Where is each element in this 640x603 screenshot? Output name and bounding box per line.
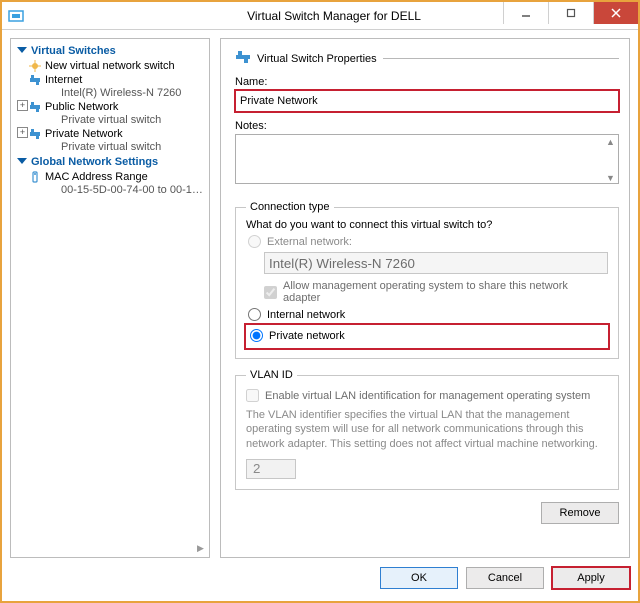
mac-icon (29, 171, 41, 183)
scroll-up-icon[interactable]: ▲ (604, 136, 617, 149)
tree-internet-label: Internet (45, 74, 82, 86)
notes-wrap: ▲ ▼ (235, 134, 619, 191)
switch-icon (235, 49, 251, 68)
notes-textarea[interactable] (235, 134, 619, 184)
vlan-group: VLAN ID Enable virtual LAN identificatio… (235, 369, 619, 490)
vlan-description: The VLAN identifier specifies the virtua… (246, 408, 608, 451)
maximize-button[interactable] (548, 2, 593, 24)
switch-icon (29, 128, 41, 140)
tree-internet[interactable]: Internet (11, 73, 209, 87)
name-input[interactable] (235, 90, 619, 112)
vlan-legend: VLAN ID (246, 369, 297, 381)
vlan-enable-label: Enable virtual LAN identification for ma… (265, 390, 590, 402)
tree-mac-label: MAC Address Range (45, 171, 148, 183)
cancel-button[interactable]: Cancel (466, 567, 544, 589)
apply-button[interactable]: Apply (552, 567, 630, 589)
tree-internet-sub: Intel(R) Wireless-N 7260 (11, 87, 209, 100)
tree-public-label: Public Network (45, 101, 118, 113)
vlan-enable-row: Enable virtual LAN identification for ma… (246, 389, 608, 402)
radio-internal[interactable] (248, 308, 261, 321)
connection-type-group: Connection type What do you want to conn… (235, 201, 619, 359)
tree-public-sub: Private virtual switch (11, 114, 209, 127)
radio-external-label: External network: (267, 236, 352, 248)
radio-private[interactable] (250, 329, 263, 342)
app-icon (8, 8, 24, 24)
titlebar: Virtual Switch Manager for DELL (2, 2, 638, 30)
tree-public[interactable]: Public Network (11, 100, 209, 114)
panels: Virtual Switches New virtual network swi… (10, 38, 630, 558)
window-buttons (503, 2, 638, 24)
switch-icon (29, 74, 41, 86)
radio-private-label: Private network (269, 330, 345, 342)
ok-button[interactable]: OK (380, 567, 458, 589)
connection-question: What do you want to connect this virtual… (246, 219, 608, 231)
tree-section-global[interactable]: Global Network Settings (11, 154, 209, 170)
tree-new-switch-label: New virtual network switch (45, 60, 175, 72)
name-label: Name: (235, 76, 619, 88)
tree-mac-range[interactable]: MAC Address Range (11, 170, 209, 184)
vlan-enable-checkbox (246, 389, 259, 402)
scroll-down-icon[interactable]: ▼ (604, 172, 617, 185)
switch-icon (29, 101, 41, 113)
section-title-row: Virtual Switch Properties (235, 49, 619, 68)
radio-private-row[interactable]: Private network (250, 329, 602, 342)
connection-type-legend: Connection type (246, 201, 334, 213)
radio-external[interactable] (248, 235, 261, 248)
properties-panel: Virtual Switch Properties Name: Notes: ▲… (220, 38, 630, 558)
tree-panel: Virtual Switches New virtual network swi… (10, 38, 210, 558)
tree-scroll-right-icon[interactable]: ▶ (194, 542, 207, 555)
notes-label: Notes: (235, 120, 619, 132)
radio-external-row[interactable]: External network: (248, 235, 608, 248)
external-adapter-select (264, 252, 608, 274)
tree-new-switch[interactable]: New virtual network switch (11, 59, 209, 73)
body: Virtual Switches New virtual network swi… (2, 30, 638, 601)
tree-private-label: Private Network (45, 128, 123, 140)
vlan-id-input (246, 459, 296, 479)
new-switch-icon (29, 60, 41, 72)
radio-internal-label: Internal network (267, 309, 345, 321)
allow-mgmt-row: Allow management operating system to sha… (264, 280, 608, 304)
remove-button[interactable]: Remove (541, 502, 619, 524)
tree-section-virtual-switches[interactable]: Virtual Switches (11, 43, 209, 59)
tree-private[interactable]: Private Network (11, 127, 209, 141)
minimize-button[interactable] (503, 2, 548, 24)
close-button[interactable] (593, 2, 638, 24)
footer: OK Cancel Apply (10, 563, 630, 593)
tree-mac-sub: 00-15-5D-00-74-00 to 00-15-5D-0... (11, 184, 209, 197)
radio-private-highlight: Private network (246, 325, 608, 348)
section-title: Virtual Switch Properties (257, 53, 377, 65)
section-divider (383, 58, 619, 59)
tree-private-sub: Private virtual switch (11, 141, 209, 154)
allow-mgmt-label: Allow management operating system to sha… (283, 280, 608, 304)
remove-row: Remove (235, 502, 619, 524)
radio-internal-row[interactable]: Internal network (248, 308, 608, 321)
allow-mgmt-checkbox (264, 286, 277, 299)
window: Virtual Switch Manager for DELL Virtual … (0, 0, 640, 603)
